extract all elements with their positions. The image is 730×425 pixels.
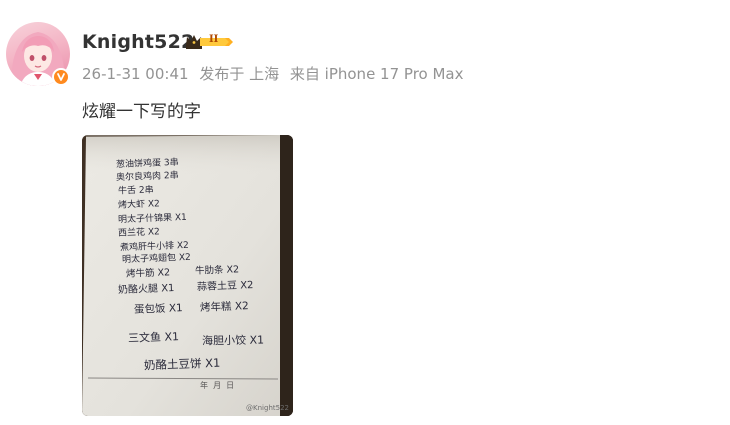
photo-line: 西兰花 X2 (117, 227, 160, 239)
photo-line: 烤牛筋 X2 (125, 267, 171, 280)
post-meta: 26-1-31 00:41 发布于 上海 来自 iPhone 17 Pro Ma… (82, 63, 470, 84)
photo-line: 牛肋条 X2 (194, 264, 240, 277)
photo-line: 三文鱼 X1 (127, 330, 180, 345)
avatar[interactable] (6, 22, 70, 86)
post-location: 发布于 上海 (199, 65, 280, 83)
photo-line: 蛋包饭 X1 (133, 302, 183, 316)
post-source: 来自 iPhone 17 Pro Max (289, 65, 464, 83)
photo-line: 奶酪土豆饼 X1 (143, 355, 221, 373)
verified-badge-icon (52, 68, 70, 86)
photo-line: 明太子鸡翅包 X2 (121, 252, 191, 266)
member-level-badge[interactable]: II (185, 33, 235, 51)
photo-line: 蒜蓉土豆 X2 (196, 280, 254, 293)
photo-line: 年 月 日 (200, 381, 235, 390)
photo-line: 烤大虾 X2 (117, 199, 160, 211)
post-image[interactable]: 葱油饼鸡蛋 3串 奥尔良鸡肉 2串 牛舌 2串 烤大虾 X2 明太子什锦果 X1… (82, 135, 293, 416)
photo-line: 奶酪火腿 X1 (117, 283, 175, 296)
photo-line: 烤年糕 X2 (199, 300, 249, 314)
photo-line: 牛舌 2串 (117, 185, 154, 197)
handwritten-lines: 葱油饼鸡蛋 3串 奥尔良鸡肉 2串 牛舌 2串 烤大虾 X2 明太子什锦果 X1… (82, 135, 293, 416)
level-badge-text: II (209, 34, 219, 45)
photo-line: 奥尔良鸡肉 2串 (115, 170, 179, 184)
photo-line: 海胆小饺 X1 (201, 333, 265, 348)
username-link[interactable]: Knight522 (82, 31, 194, 53)
post-timestamp[interactable]: 26-1-31 00:41 (82, 65, 189, 83)
image-watermark: @Knight522 (246, 404, 289, 412)
weibo-post: Knight522 II 26-1-31 00:41 发布于 上海 来自 iPh… (0, 0, 730, 425)
photo-line: 明太子什锦果 X1 (117, 212, 187, 226)
post-text: 炫耀一下写的字 (82, 102, 201, 122)
